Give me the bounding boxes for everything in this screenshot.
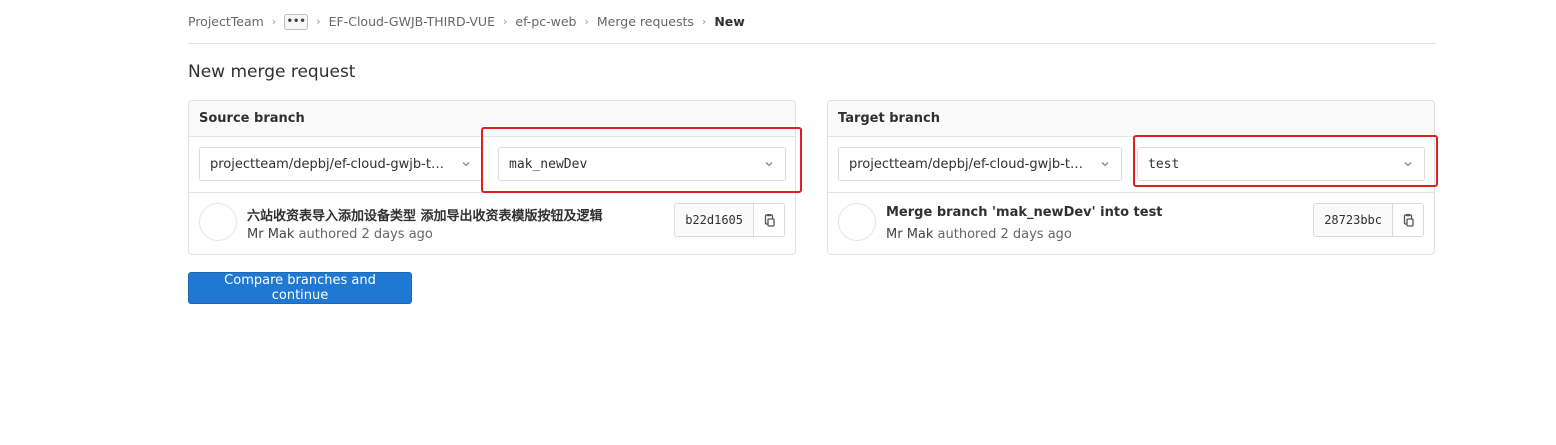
breadcrumb-merge-requests[interactable]: Merge requests <box>597 14 694 29</box>
source-commit-meta: Mr Mak authored 2 days ago <box>247 227 433 242</box>
source-commit-time: authored 2 days ago <box>298 227 433 242</box>
chevron-right-icon: › <box>584 15 589 28</box>
copy-icon <box>764 214 775 227</box>
source-commit-sha-group: b22d1605 <box>674 203 785 237</box>
copy-sha-button[interactable] <box>754 204 784 236</box>
target-commit-sha[interactable]: 28723bbc <box>1314 204 1393 236</box>
target-branch-value: test <box>1148 156 1180 172</box>
source-commit-author[interactable]: Mr Mak <box>247 227 294 242</box>
avatar[interactable] <box>199 203 237 241</box>
copy-sha-button[interactable] <box>1393 204 1423 236</box>
breadcrumb-project[interactable]: ef-pc-web <box>515 14 576 29</box>
chevron-right-icon: › <box>502 15 508 28</box>
source-branch-dropdown[interactable]: mak_newDev <box>498 147 786 181</box>
chevron-right-icon: › <box>271 15 277 28</box>
breadcrumb: ProjectTeam › ••• › EF-Cloud-GWJB-THIRD-… <box>188 12 1436 44</box>
target-commit-author[interactable]: Mr Mak <box>886 227 933 242</box>
target-project-dropdown[interactable]: projectteam/depbj/ef-cloud-gwjb-third-vu… <box>838 147 1122 181</box>
divider <box>828 192 1434 193</box>
breadcrumb-current: New <box>714 14 745 29</box>
chevron-down-icon <box>462 162 470 167</box>
source-branch-value: mak_newDev <box>509 156 588 172</box>
target-commit-meta: Mr Mak authored 2 days ago <box>886 227 1072 242</box>
target-branch-heading: Target branch <box>828 101 1434 137</box>
target-branch-panel: Target branch projectteam/depbj/ef-cloud… <box>827 100 1435 255</box>
source-branch-panel: Source branch projectteam/depbj/ef-cloud… <box>188 100 796 255</box>
target-commit-time: authored 2 days ago <box>937 227 1072 242</box>
source-project-dropdown[interactable]: projectteam/depbj/ef-cloud-gwjb-third-vu… <box>199 147 483 181</box>
chevron-down-icon <box>1404 162 1412 167</box>
target-project-value: projectteam/depbj/ef-cloud-gwjb-third-vu… <box>849 156 1091 172</box>
source-project-value: projectteam/depbj/ef-cloud-gwjb-third-vu… <box>210 156 452 172</box>
avatar[interactable] <box>838 203 876 241</box>
breadcrumb-project-team[interactable]: ProjectTeam <box>188 14 264 29</box>
page-title: New merge request <box>188 62 356 82</box>
target-commit-sha-group: 28723bbc <box>1313 203 1424 237</box>
breadcrumb-more-button[interactable]: ••• <box>284 13 309 30</box>
chevron-down-icon <box>1101 162 1109 167</box>
source-commit-title[interactable]: 六站收资表导入添加设备类型 添加导出收资表模版按钮及逻辑 <box>247 205 603 224</box>
compare-branches-button[interactable]: Compare branches and continue <box>188 272 412 304</box>
chevron-down-icon <box>765 162 773 167</box>
chevron-right-icon: › <box>701 15 707 28</box>
source-branch-heading: Source branch <box>189 101 795 137</box>
chevron-right-icon: › <box>316 15 321 28</box>
target-commit-title[interactable]: Merge branch 'mak_newDev' into test <box>886 205 1163 220</box>
divider <box>189 192 795 193</box>
source-commit-sha[interactable]: b22d1605 <box>675 204 754 236</box>
breadcrumb-repo[interactable]: EF-Cloud-GWJB-THIRD-VUE <box>329 14 495 29</box>
copy-icon <box>1403 214 1414 227</box>
target-branch-dropdown[interactable]: test <box>1137 147 1425 181</box>
